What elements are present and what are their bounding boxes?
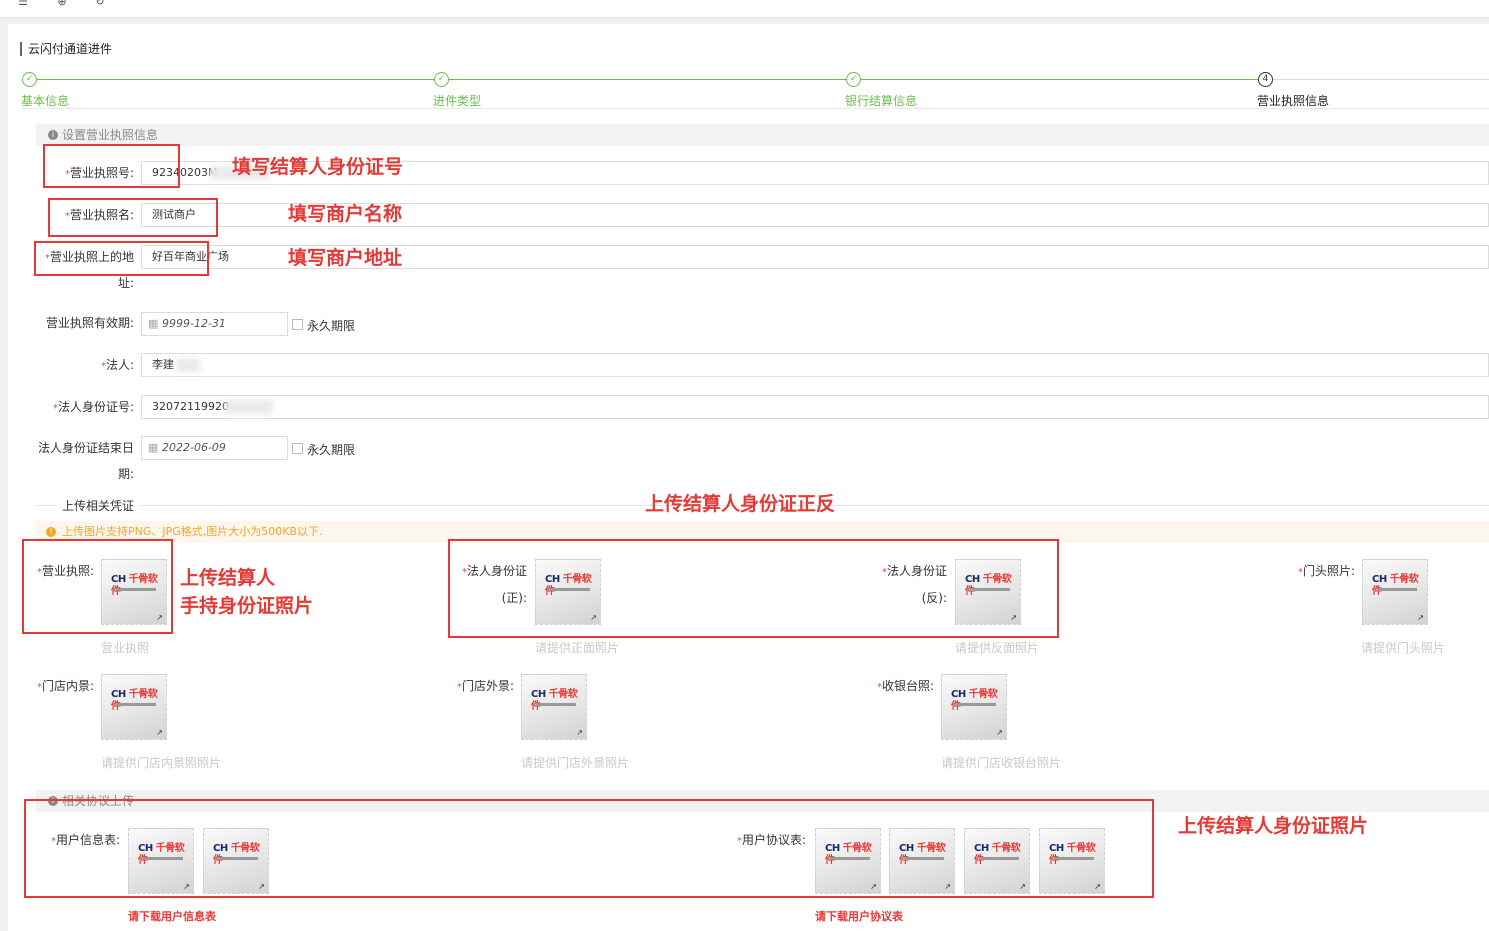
store-interior-upload-label: *门店内景: [36, 679, 94, 693]
annotation-text: 手持身份证照片 [180, 595, 314, 617]
user-info-download-link[interactable]: 请下载用户信息表 [128, 908, 216, 924]
step-connector [448, 79, 846, 80]
annotation-box [22, 539, 173, 634]
info-icon: i [48, 130, 58, 140]
license-validity-label: 营业执照有效期: [45, 316, 134, 330]
license-address-label-cont: 址: [117, 276, 134, 290]
storefront-upload-label: *门头照片: [1297, 564, 1355, 578]
annotation-box [24, 799, 1154, 898]
step-1-check-icon: ✓ [22, 72, 37, 87]
annotation-text: 上传结算人身份证照片 [1178, 815, 1369, 837]
license-permanent-checkbox[interactable] [292, 319, 303, 330]
step-connector [1272, 79, 1489, 80]
annotation-text: 上传结算人身份证正反 [645, 493, 836, 515]
annotation-box [48, 198, 218, 237]
business-license-hint: 营业执照 [101, 641, 150, 655]
legal-id-permanent-label: 永久期限 [307, 443, 356, 457]
annotation-box [43, 144, 180, 188]
id-back-hint: 请提供反面照片 [955, 641, 1040, 655]
legal-id-input[interactable]: 32072119920 [141, 395, 1489, 419]
calendar-icon: ▦ [148, 317, 159, 330]
step-connector [36, 79, 434, 80]
page-title: 云闪付通道进件 [20, 42, 112, 56]
warning-icon: ! [46, 527, 56, 537]
license-section-title: 设置营业执照信息 [62, 128, 159, 142]
legal-id-end-date-input[interactable]: ▦ 2022-06-09 [141, 436, 288, 460]
annotation-text: 填写商户地址 [288, 247, 403, 269]
user-agreement-download-link[interactable]: 请下载用户协议表 [815, 908, 903, 924]
steps-divider [22, 108, 1489, 109]
annotation-box [448, 539, 1059, 638]
legal-id-end-label: 法人身份证结束日 [37, 441, 134, 455]
menu-icon[interactable]: ☰ [16, 0, 30, 8]
step-4-label[interactable]: 营业执照信息 [1257, 92, 1329, 109]
license-validity-date-input[interactable]: ▦ 9999-12-31 [141, 312, 288, 336]
refresh-icon[interactable]: ↻ [93, 0, 107, 8]
redaction-blur [225, 400, 273, 414]
annotation-text: 填写商户名称 [288, 203, 403, 225]
annotation-text: 填写结算人身份证号 [232, 156, 404, 178]
top-toolbar [0, 0, 1489, 18]
id-front-hint: 请提供正面照片 [535, 641, 620, 655]
step-3-check-icon: ✓ [846, 72, 861, 87]
redaction-blur [176, 358, 200, 372]
store-exterior-upload-label: *门店外景: [456, 679, 514, 693]
step-2-check-icon: ✓ [434, 72, 449, 87]
store-interior-hint: 请提供门店内景照照片 [101, 756, 222, 770]
globe-icon[interactable]: ⊕ [55, 0, 69, 8]
store-interior-image[interactable]: CH 千骨软件 ↗ [101, 674, 167, 740]
storefront-hint: 请提供门头照片 [1361, 641, 1446, 655]
legal-id-permanent-checkbox[interactable] [292, 443, 303, 454]
calendar-icon: ▦ [148, 441, 159, 454]
upload-section-title: 上传相关凭证 [56, 497, 141, 514]
legal-person-input[interactable]: 李建 [141, 353, 1489, 377]
license-permanent-label: 永久期限 [307, 319, 356, 333]
store-exterior-hint: 请提供门店外景照片 [521, 756, 630, 770]
step-1-label[interactable]: 基本信息 [21, 92, 69, 109]
license-section-header: i 设置营业执照信息 [36, 124, 1489, 146]
cashier-upload-label: *收银台照: [876, 679, 934, 693]
step-3-label[interactable]: 银行结算信息 [845, 92, 917, 109]
legal-id-end-label-cont: 期: [117, 467, 134, 481]
step-connector [860, 79, 1258, 80]
step-2-label[interactable]: 进件类型 [433, 92, 481, 109]
legal-person-label: *法人: [100, 358, 134, 372]
annotation-text: 上传结算人 [180, 567, 276, 589]
step-4-number: 4 [1258, 72, 1273, 87]
cashier-hint: 请提供门店收银台照片 [941, 756, 1062, 770]
legal-id-label: *法人身份证号: [52, 400, 134, 414]
storefront-image[interactable]: CH 千骨软件 ↗ [1362, 559, 1428, 625]
cashier-image[interactable]: CH 千骨软件 ↗ [941, 674, 1007, 740]
annotation-box [34, 241, 209, 276]
store-exterior-image[interactable]: CH 千骨软件 ↗ [521, 674, 587, 740]
upload-tip-text: 上传图片支持PNG、JPG格式,图片大小为500KB以下. [62, 525, 323, 538]
